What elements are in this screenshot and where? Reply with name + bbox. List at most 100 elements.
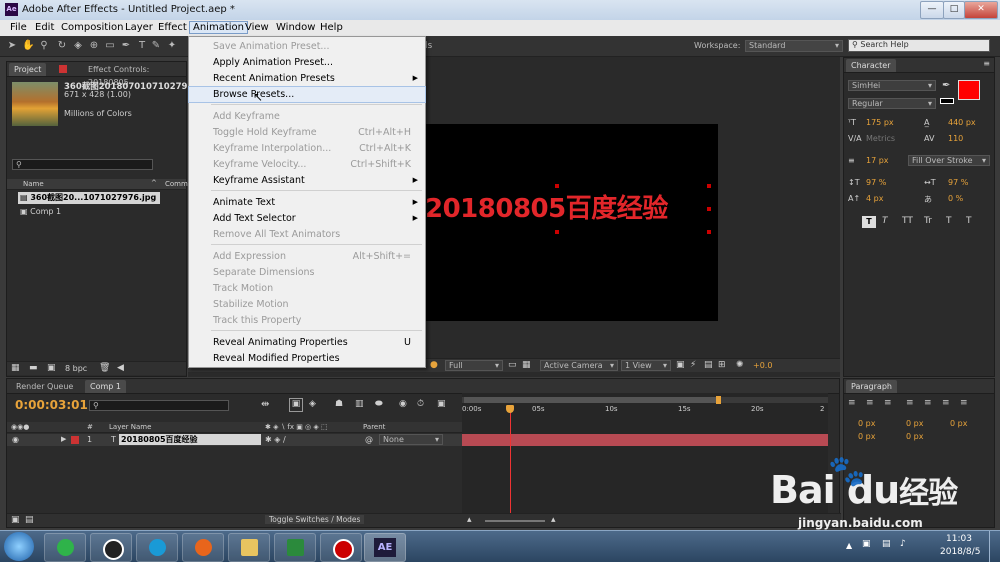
subscript-button[interactable]: T	[966, 216, 972, 226]
menu-edit[interactable]: Edit	[35, 22, 54, 33]
motion-blur-icon[interactable]: ⬬	[375, 399, 383, 409]
exposure-value[interactable]: +0.0	[753, 361, 772, 370]
menu-item-apply-animation-preset[interactable]: Apply Animation Preset...	[189, 55, 425, 70]
stopwatch-icon[interactable]: ⏱	[417, 399, 424, 409]
zoom-out-icon[interactable]: ▴	[467, 515, 472, 525]
menu-file[interactable]: File	[10, 22, 27, 33]
superscript-button[interactable]: T	[946, 216, 952, 226]
kerning-value[interactable]: Metrics	[866, 134, 895, 143]
space-before-value[interactable]: 0 px	[858, 432, 875, 441]
hand-tool-icon[interactable]: ✋	[22, 40, 34, 52]
col-name[interactable]: Name	[23, 180, 44, 188]
toggle-pane-icon[interactable]: ▤	[25, 515, 34, 525]
layer-switches-icon[interactable]: ✱ ◈ ∕	[265, 435, 286, 444]
composition-canvas[interactable]: 20180805百度经验	[425, 124, 718, 321]
tab-render-queue[interactable]: Render Queue	[11, 380, 78, 393]
stroke-mode-select[interactable]: Fill Over Stroke ▾	[908, 155, 990, 166]
text-bound-handle[interactable]	[555, 184, 559, 188]
eyedropper-icon[interactable]: ✒	[942, 80, 950, 91]
fill-color-swatch[interactable]	[958, 80, 980, 100]
menu-item-reveal-animating-properties[interactable]: Reveal Animating Properties U	[189, 335, 425, 350]
menu-effect[interactable]: Effect	[158, 22, 187, 33]
col-parent[interactable]: Parent	[363, 423, 385, 431]
horizontal-scale-value[interactable]: 97 %	[948, 178, 968, 187]
volume-icon[interactable]: ♪	[900, 539, 906, 549]
zoom-slider[interactable]	[485, 520, 545, 522]
rotate-tool-icon[interactable]: ↻	[56, 40, 68, 52]
menu-item-track-this-property[interactable]: Track this Property	[189, 313, 425, 328]
selection-tool-icon[interactable]: ➤	[6, 40, 18, 52]
space-after-value[interactable]: 0 px	[906, 432, 923, 441]
scroll-left-icon[interactable]: ◀	[117, 363, 124, 373]
current-timecode[interactable]: 0:00:03:01	[15, 398, 88, 412]
timeline-search-input[interactable]: ⚲	[89, 400, 229, 411]
clock-time[interactable]: 11:03	[946, 534, 972, 544]
show-desktop-button[interactable]	[989, 531, 999, 562]
taskbar-app[interactable]	[228, 533, 270, 562]
camera-select[interactable]: Active Camera ▾	[540, 360, 618, 371]
new-folder-icon[interactable]: ▬	[29, 363, 38, 373]
justify-right-icon[interactable]: ≡	[942, 398, 950, 408]
menu-item-add-text-selector[interactable]: Add Text Selector ▶	[189, 211, 425, 226]
indent-right-value[interactable]: 0 px	[906, 419, 923, 428]
faux-italic-button[interactable]: T	[882, 216, 888, 226]
fast-preview-icon[interactable]: ⚡	[690, 360, 696, 370]
align-right-icon[interactable]: ≡	[884, 398, 892, 408]
menu-animation[interactable]: Animation	[189, 21, 248, 34]
timeline-icon[interactable]: ▤	[704, 360, 713, 370]
playhead-handle[interactable]	[506, 405, 514, 413]
indent-left-value[interactable]: 0 px	[858, 419, 875, 428]
transparency-grid-icon[interactable]: ▦	[522, 360, 531, 370]
draft-3d-icon[interactable]: ◈	[309, 399, 316, 409]
view-layout-select[interactable]: 1 View ▾	[621, 360, 671, 371]
layer-name[interactable]: 20180805百度经验	[119, 434, 261, 445]
hide-shy-icon[interactable]: ☗	[335, 399, 343, 409]
menu-item-stabilize-motion[interactable]: Stabilize Motion	[189, 297, 425, 312]
visibility-eye-icon[interactable]: ◉	[12, 435, 19, 444]
color-icon[interactable]: ●	[430, 360, 438, 370]
zoom-tool-icon[interactable]: ⚲	[38, 40, 50, 52]
flowchart-icon[interactable]: ⊞	[718, 360, 726, 370]
menu-layer[interactable]: Layer	[125, 22, 153, 33]
puppet-tool-icon[interactable]: ✦	[166, 40, 178, 52]
black-swatch[interactable]	[940, 98, 954, 104]
justify-all-icon[interactable]: ≡	[960, 398, 968, 408]
pickwhip-icon[interactable]: @	[365, 435, 373, 444]
menu-item-keyframe-interpolation[interactable]: Keyframe Interpolation... Ctrl+Alt+K	[189, 141, 425, 156]
tab-effect-controls[interactable]: Effect Controls: 20180805	[83, 63, 186, 87]
new-comp-icon[interactable]: ▣	[47, 363, 56, 373]
expand-triangle-icon[interactable]: ▶	[61, 435, 66, 443]
work-area-range[interactable]	[464, 397, 720, 403]
delete-icon[interactable]: 🗑	[99, 363, 110, 373]
tsume-value[interactable]: 0 %	[948, 194, 963, 203]
tray-arrow-icon[interactable]: ▲	[846, 541, 852, 550]
justify-center-icon[interactable]: ≡	[924, 398, 932, 408]
panel-menu-icon[interactable]: ≡	[983, 59, 990, 68]
taskbar-app[interactable]	[182, 533, 224, 562]
close-button[interactable]: ✕	[964, 1, 998, 19]
maximize-button[interactable]: □	[943, 1, 965, 19]
menu-view[interactable]: View	[245, 22, 269, 33]
col-layer-name[interactable]: Layer Name	[109, 423, 151, 431]
menu-item-keyframe-velocity[interactable]: Keyframe Velocity... Ctrl+Shift+K	[189, 157, 425, 172]
menu-item-add-keyframe[interactable]: Add Keyframe	[189, 109, 425, 124]
toggle-pixel-icon[interactable]: ▣	[676, 360, 685, 370]
baseline-shift-value[interactable]: 4 px	[866, 194, 883, 203]
tray-icon[interactable]: ▣	[862, 539, 871, 549]
clock-date[interactable]: 2018/8/5	[940, 547, 980, 557]
all-caps-button[interactable]: TT	[902, 216, 913, 226]
small-caps-button[interactable]: Tr	[924, 216, 932, 226]
pen-tool-icon[interactable]: ✒	[120, 40, 132, 52]
text-bound-handle[interactable]	[707, 207, 711, 211]
start-button[interactable]	[4, 532, 34, 561]
camera-tool-icon[interactable]: ◈	[72, 40, 84, 52]
layer-duration-bar[interactable]	[462, 434, 828, 446]
menu-item-recent-animation-presets[interactable]: Recent Animation Presets ▶	[189, 71, 425, 86]
project-item-comp[interactable]: ▣ Comp 1	[18, 206, 61, 218]
align-left-icon[interactable]: ≡	[848, 398, 856, 408]
brush-tool-icon[interactable]: ✎	[150, 40, 162, 52]
menu-item-browse-presets[interactable]: Browse Presets... ↖	[188, 86, 426, 104]
taskbar-app[interactable]	[136, 533, 178, 562]
tracking-value[interactable]: 110	[948, 134, 963, 143]
bit-depth[interactable]: 8 bpc	[65, 364, 87, 373]
